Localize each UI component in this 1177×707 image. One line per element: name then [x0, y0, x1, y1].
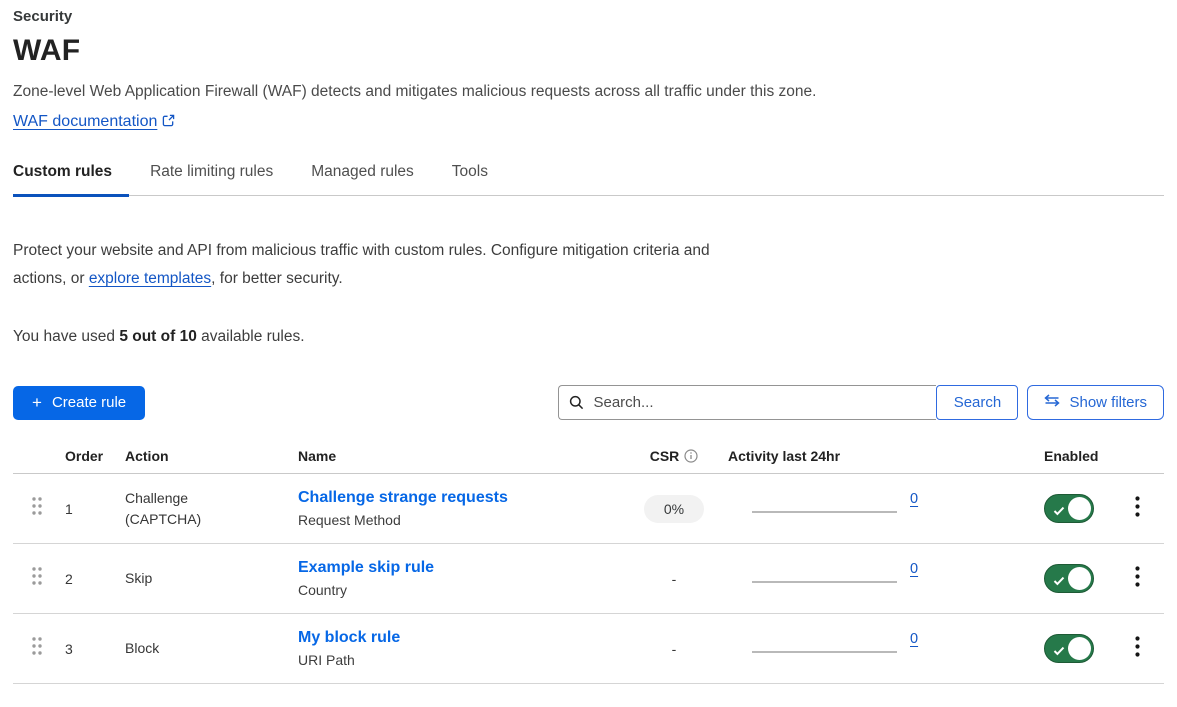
header-name: Name: [298, 448, 628, 464]
activity-sparkline: [752, 491, 897, 513]
drag-handle-icon[interactable]: [13, 635, 65, 662]
filters-swap-icon: [1044, 394, 1060, 411]
table-header-row: Order Action Name CSR Activity last 24hr…: [13, 434, 1164, 474]
waf-tabbar: Custom rules Rate limiting rules Managed…: [13, 163, 1164, 196]
table-row: 1 Challenge (CAPTCHA) Challenge strange …: [13, 474, 1164, 544]
tab-managed-rules[interactable]: Managed rules: [311, 163, 431, 197]
tab-rate-limiting-rules[interactable]: Rate limiting rules: [150, 163, 290, 197]
activity-sparkline: [752, 631, 897, 653]
rule-field: Country: [298, 582, 628, 598]
drag-handle-icon[interactable]: [13, 565, 65, 592]
rule-field: Request Method: [298, 512, 628, 528]
header-csr: CSR: [650, 448, 680, 464]
tab-tools[interactable]: Tools: [452, 163, 505, 197]
rule-order: 2: [65, 571, 125, 587]
rule-action: Challenge (CAPTCHA): [125, 488, 240, 530]
check-icon: [1053, 643, 1065, 661]
waf-documentation-link[interactable]: WAF documentation: [13, 113, 175, 130]
check-icon: [1053, 573, 1065, 591]
rule-action: Block: [125, 638, 240, 659]
plus-icon: +: [32, 393, 42, 413]
custom-rules-table: Order Action Name CSR Activity last 24hr…: [13, 434, 1164, 684]
kebab-menu-icon[interactable]: [1129, 634, 1146, 664]
rule-name-link[interactable]: Challenge strange requests: [298, 489, 508, 506]
activity-count-link[interactable]: 0: [910, 631, 918, 647]
page-title: WAF: [13, 34, 1164, 68]
external-link-icon: [162, 114, 175, 132]
show-filters-label: Show filters: [1069, 394, 1147, 411]
header-action: Action: [125, 448, 298, 464]
activity-count-link[interactable]: 0: [910, 491, 918, 507]
kebab-menu-icon[interactable]: [1129, 494, 1146, 524]
info-icon[interactable]: [684, 449, 698, 463]
header-order: Order: [65, 448, 125, 464]
search-icon: [569, 395, 584, 415]
usage-count: 5 out of 10: [119, 328, 197, 345]
enabled-toggle[interactable]: [1044, 634, 1094, 663]
drag-handle-icon[interactable]: [13, 495, 65, 522]
create-rule-button[interactable]: + Create rule: [13, 386, 145, 420]
activity-sparkline: [752, 561, 897, 583]
waf-documentation-link-label: WAF documentation: [13, 113, 157, 130]
table-row: 2 Skip Example skip rule Country - 0: [13, 544, 1164, 614]
csr-badge: 0%: [644, 495, 704, 523]
explore-templates-link[interactable]: explore templates: [89, 270, 211, 287]
search-input[interactable]: [558, 385, 936, 420]
kebab-menu-icon[interactable]: [1129, 564, 1146, 594]
toggle-knob: [1068, 637, 1091, 660]
csr-value: -: [628, 641, 720, 657]
rule-order: 3: [65, 641, 125, 657]
enabled-toggle[interactable]: [1044, 494, 1094, 523]
header-enabled: Enabled: [1030, 448, 1110, 464]
enabled-toggle[interactable]: [1044, 564, 1094, 593]
page-description: Zone-level Web Application Firewall (WAF…: [13, 83, 1164, 101]
header-activity: Activity last 24hr: [720, 448, 1030, 464]
show-filters-button[interactable]: Show filters: [1027, 385, 1164, 420]
usage-suffix: available rules.: [197, 328, 305, 345]
usage-summary: You have used 5 out of 10 available rule…: [13, 328, 1164, 346]
tab-custom-rules[interactable]: Custom rules: [13, 163, 129, 197]
intro-paragraph: Protect your website and API from malici…: [13, 237, 753, 293]
rule-order: 1: [65, 501, 125, 517]
search-button[interactable]: Search: [936, 385, 1018, 420]
rule-field: URI Path: [298, 652, 628, 668]
activity-count-link[interactable]: 0: [910, 561, 918, 577]
create-rule-label: Create rule: [52, 394, 126, 411]
intro-text-after: , for better security.: [211, 270, 343, 287]
waf-page: Security WAF Zone-level Web Application …: [0, 0, 1177, 684]
rule-action: Skip: [125, 568, 240, 589]
usage-prefix: You have used: [13, 328, 119, 345]
table-row: 3 Block My block rule URI Path - 0: [13, 614, 1164, 684]
check-icon: [1053, 503, 1065, 521]
toggle-knob: [1068, 567, 1091, 590]
rule-name-link[interactable]: Example skip rule: [298, 559, 434, 576]
toggle-knob: [1068, 497, 1091, 520]
breadcrumb-security: Security: [13, 8, 1164, 25]
rules-toolbar: + Create rule Search Show filters: [13, 385, 1164, 420]
csr-value: -: [628, 571, 720, 587]
rule-name-link[interactable]: My block rule: [298, 629, 400, 646]
